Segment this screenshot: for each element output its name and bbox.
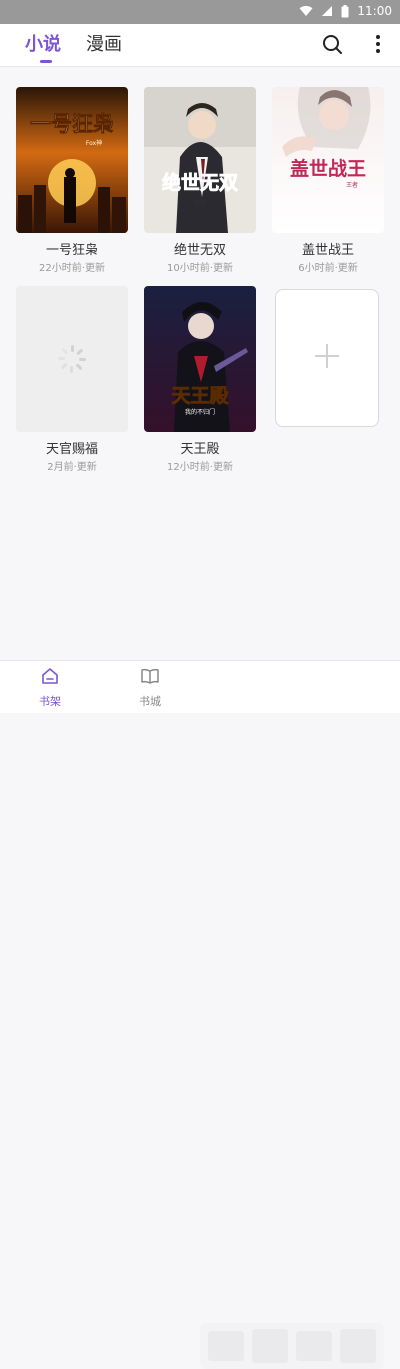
book-title[interactable]: 一号狂枭 <box>16 239 128 258</box>
book-title[interactable]: 天官赐福 <box>16 438 128 457</box>
book-update-time: 12小时前·更新 <box>167 462 233 473</box>
wifi-icon <box>299 5 313 17</box>
cover-subtitle: 王者 <box>346 182 358 189</box>
bottom-nav: 书架 书城 <box>0 660 400 1369</box>
loading-spinner-icon <box>56 343 88 375</box>
nav-bookshelf-label: 书架 <box>39 695 61 708</box>
nav-bookshelf[interactable]: 书架 <box>20 667 80 709</box>
book-cover[interactable]: 天王殿 我的不归门 <box>144 286 256 432</box>
book-title[interactable]: 天王殿 <box>144 438 256 457</box>
nav-bookstore[interactable]: 书城 <box>120 667 180 709</box>
book-update-time: 22小时前·更新 <box>39 263 105 274</box>
app-header: 小说 漫画 <box>0 24 400 67</box>
cover-subtitle: 我的不归门 <box>185 408 215 416</box>
book-cover[interactable]: 绝世无双 某某 <box>144 87 256 233</box>
home-icon <box>41 667 59 689</box>
book-icon <box>140 667 160 689</box>
search-icon <box>321 33 343 59</box>
cover-subtitle: 某某 <box>194 200 206 207</box>
status-icons: 11:00 <box>299 4 392 18</box>
signal-icon <box>321 5 333 17</box>
cover-title: 天王殿 <box>171 385 229 407</box>
more-options-button[interactable] <box>364 32 392 60</box>
more-vertical-icon <box>375 34 381 58</box>
tab-novels[interactable]: 小说 <box>25 34 61 56</box>
watermark-overlay <box>200 1323 384 1369</box>
active-tab-indicator <box>40 60 52 63</box>
cover-subtitle: Fox神 <box>86 139 102 147</box>
book-cover-loading[interactable] <box>16 286 128 432</box>
book-update-time: 6小时前·更新 <box>298 263 358 274</box>
tab-comics[interactable]: 漫画 <box>86 34 122 56</box>
cover-title: 盖世战王 <box>290 157 366 180</box>
plus-icon <box>313 342 341 374</box>
status-time: 11:00 <box>357 4 392 18</box>
search-button[interactable] <box>318 32 346 60</box>
add-book-button[interactable] <box>275 289 379 427</box>
book-cover[interactable]: 盖世战王 王者 <box>272 87 384 233</box>
book-update-time: 10小时前·更新 <box>167 263 233 274</box>
status-bar: 11:00 <box>0 0 400 24</box>
cover-title: 绝世无双 <box>162 171 238 194</box>
nav-bookstore-label: 书城 <box>139 695 161 708</box>
battery-icon <box>341 4 349 18</box>
book-title[interactable]: 绝世无双 <box>144 239 256 258</box>
book-cover[interactable]: 一号狂枭 Fox神 <box>16 87 128 233</box>
cover-title: 一号狂枭 <box>30 112 114 136</box>
book-update-time: 2月前·更新 <box>47 462 97 473</box>
book-title[interactable]: 盖世战王 <box>272 239 384 258</box>
